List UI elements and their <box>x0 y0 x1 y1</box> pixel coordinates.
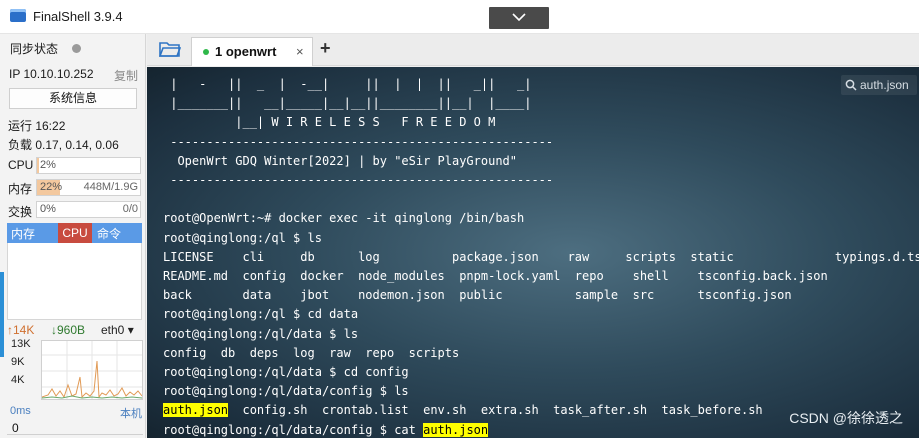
cpu-usage-fill <box>37 158 40 173</box>
collapse-toggle-button[interactable] <box>489 7 549 29</box>
latency-scale-label: 0ms <box>10 405 31 417</box>
chevron-down-icon <box>512 13 526 22</box>
cpu-usage-value: 2% <box>40 159 56 171</box>
network-stats: ↑14K ↓960B eth0 ▾ <box>7 323 143 339</box>
interface-select[interactable]: eth0 ▾ <box>101 323 134 337</box>
app-logo-icon <box>10 9 26 22</box>
sync-status-dot-icon <box>72 44 81 53</box>
terminal-line: README.md config docker node_modules pnp… <box>163 269 828 284</box>
tab-label: 1 openwrt <box>215 44 277 59</box>
ip-address: IP 10.10.10.252 <box>9 67 94 81</box>
terminal-line: |__| W I R E L E S S F R E E D O M <box>235 115 496 130</box>
network-y-tick: 4K <box>11 374 25 386</box>
load-average-text: 负载 0.17, 0.14, 0.06 <box>8 138 119 152</box>
process-column-cpu[interactable]: CPU <box>58 223 92 243</box>
search-icon <box>845 79 857 91</box>
terminal-line: LICENSE cli db log package.json raw scri… <box>163 249 919 264</box>
desktop-edge-strip <box>0 272 4 357</box>
folder-icon[interactable] <box>159 41 181 58</box>
uptime-text: 运行 16:22 <box>8 119 66 133</box>
network-chart: 13K 9K 4K <box>7 338 143 400</box>
network-y-tick: 9K <box>11 356 25 368</box>
terminal-line: root@qinglong:/ql $ cd data <box>163 307 359 322</box>
swap-usage-bar: 0% 0/0 <box>36 201 141 218</box>
terminal-line: root@qinglong:/ql/data $ ls <box>163 326 359 341</box>
download-rate: ↓960B <box>51 323 86 337</box>
cat-command-prefix: root@qinglong:/ql/data/config $ cat <box>163 422 424 437</box>
terminal-line: root@qinglong:/ql/data/config $ ls <box>163 384 409 399</box>
system-info-button[interactable]: 系统信息 <box>9 88 137 109</box>
terminal-line: | - || _ | -__| || | | || _|| _| <box>170 77 532 91</box>
terminal-lines: | - || _ | -__| || | | || _|| _| |______… <box>163 77 919 398</box>
terminal-text: | - || _ | -__| || | | || _|| _| |______… <box>163 75 919 438</box>
process-table-header: 内存 CPU 命令 <box>7 223 142 243</box>
interface-name: eth0 <box>101 323 125 337</box>
search-text: auth.json <box>860 78 909 92</box>
sidebar: 同步状态 IP 10.10.10.252 复制 系统信息 运行 16:22 负载… <box>0 34 146 438</box>
terminal-line: root@qinglong:/ql $ ls <box>163 230 322 245</box>
watermark: CSDN @徐徐透之 <box>789 410 903 426</box>
session-tab-bar: 1 openwrt × + <box>147 34 919 66</box>
swap-usage-value: 0% <box>40 203 56 215</box>
process-column-command[interactable]: 命令 <box>97 225 121 242</box>
swap-label: 交换 <box>8 205 33 219</box>
finalshell-window: FinalShell 3.9.4 同步状态 IP 10.10.10.252 复制… <box>0 0 919 438</box>
terminal-line: ----------------------------------------… <box>170 134 554 149</box>
latency-host-label[interactable]: 本机 <box>120 405 142 421</box>
copy-ip-link[interactable]: 复制 <box>114 67 138 84</box>
network-traffic-sparkline <box>41 341 143 399</box>
ls-config-files: config.sh crontab.list env.sh extra.sh t… <box>228 403 763 418</box>
latency-value: 0 <box>12 421 19 435</box>
cpu-label: CPU <box>8 158 34 172</box>
terminal-line: config db deps log raw repo scripts <box>163 345 460 360</box>
memory-usage-bar: 22% 448M/1.9G <box>36 179 141 196</box>
window-title: FinalShell 3.9.4 <box>33 9 123 24</box>
upload-rate: ↑14K <box>7 323 35 337</box>
add-tab-button[interactable]: + <box>320 38 331 59</box>
cpu-usage-bar: 2% <box>36 157 141 174</box>
connected-status-icon <box>203 49 209 55</box>
network-y-tick: 13K <box>11 338 31 350</box>
dropdown-arrow-icon: ▾ <box>127 323 134 337</box>
tab-openwrt[interactable]: 1 openwrt × <box>191 37 313 66</box>
terminal-line: root@qinglong:/ql/data $ cd config <box>163 365 409 380</box>
close-icon[interactable]: × <box>296 44 304 59</box>
process-list[interactable] <box>7 243 142 320</box>
memory-label: 内存 <box>8 182 33 196</box>
title-bar: FinalShell 3.9.4 <box>0 0 919 34</box>
terminal-line: OpenWrt GDQ Winter[2022] | by "eSir Play… <box>177 153 518 168</box>
terminal-line: |_______|| __|_____|__|__||________||__|… <box>170 96 532 111</box>
sync-status-label: 同步状态 <box>10 42 59 56</box>
memory-usage-value: 22% <box>40 181 63 193</box>
latency-divider <box>7 434 143 435</box>
terminal-line: root@OpenWrt:~# docker exec -it qinglong… <box>163 211 525 226</box>
network-graph <box>41 340 143 400</box>
terminal-output[interactable]: | - || _ | -__| || | | || _|| _| |______… <box>147 67 919 438</box>
terminal-line: ----------------------------------------… <box>170 173 554 188</box>
swap-usage-extra: 0/0 <box>122 203 138 215</box>
cat-auth-json-highlight: auth.json <box>423 422 489 437</box>
terminal-search[interactable]: auth.json <box>841 75 917 95</box>
ls-auth-json-highlight: auth.json <box>163 403 229 418</box>
terminal-line: back data jbot nodemon.json public sampl… <box>163 288 792 303</box>
process-column-memory[interactable]: 内存 <box>11 225 35 242</box>
memory-usage-extra: 448M/1.9G <box>83 181 138 193</box>
